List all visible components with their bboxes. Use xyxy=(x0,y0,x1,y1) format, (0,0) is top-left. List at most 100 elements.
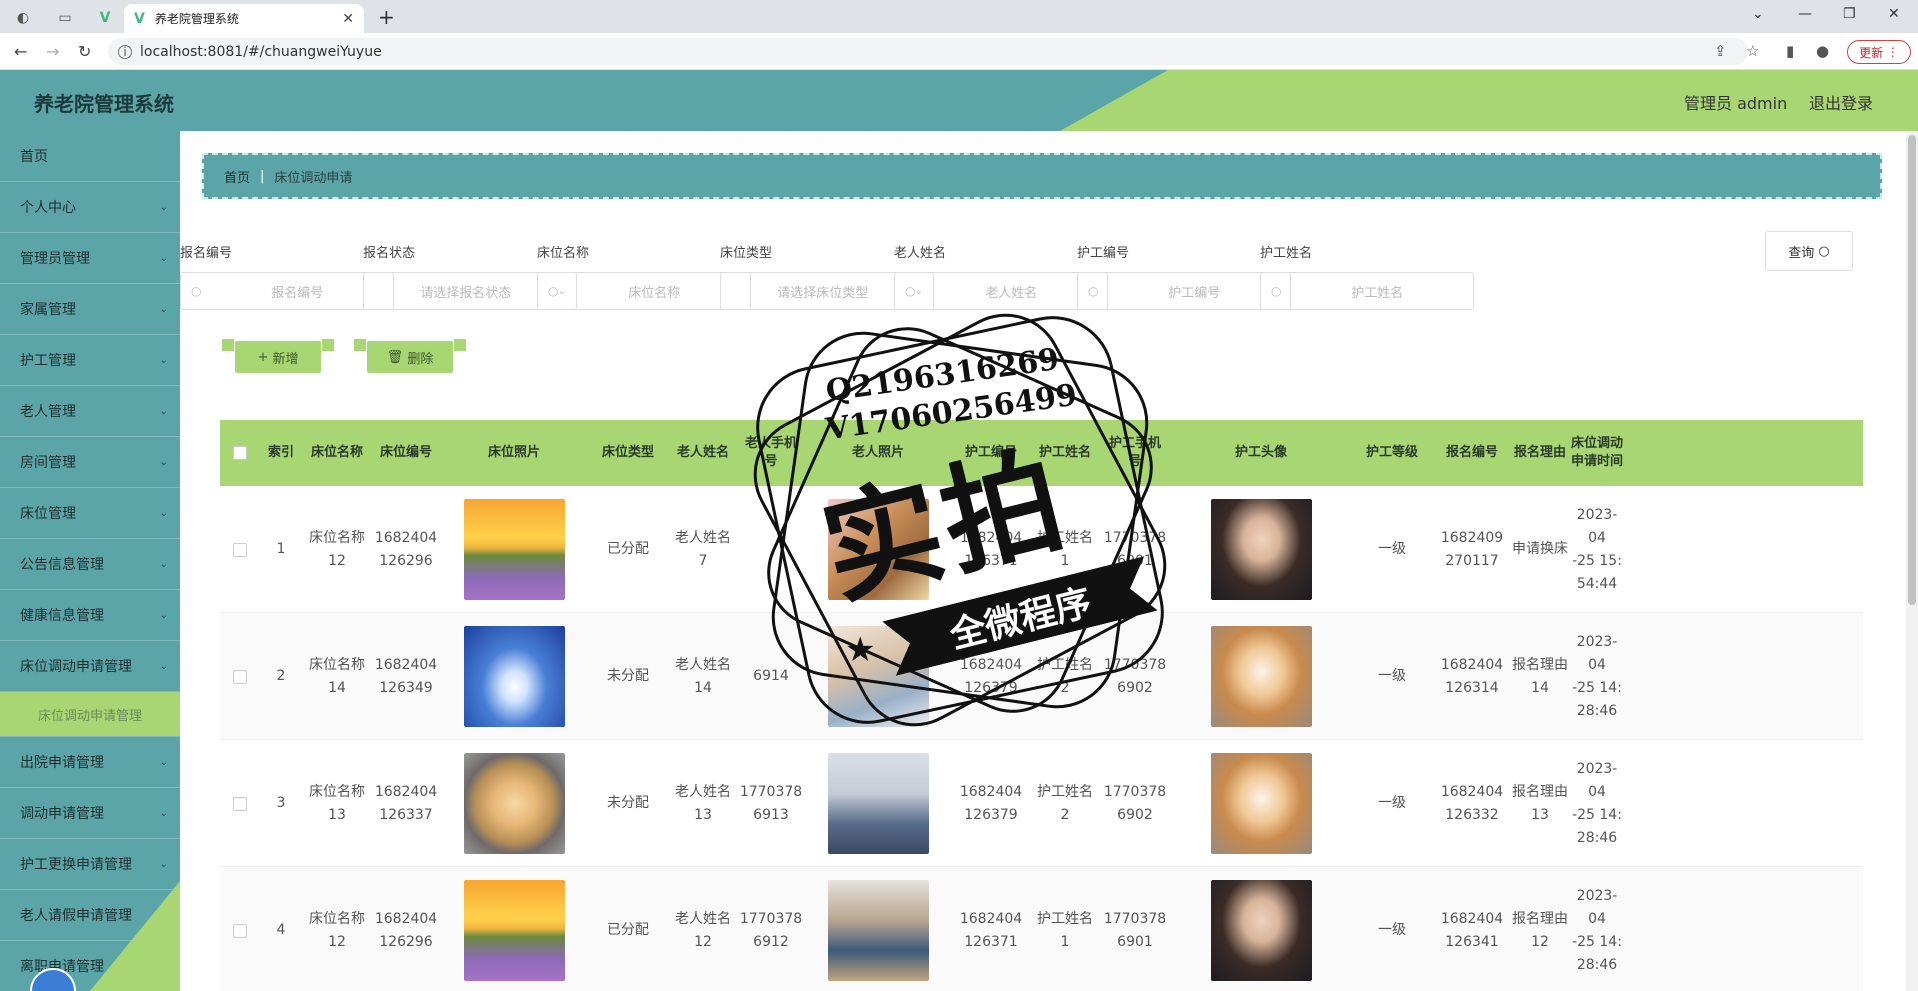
sidebar-subitem-bed-transfer[interactable]: 床位调动申请管理 xyxy=(0,692,180,737)
table-row[interactable]: 2 床位名称 14 1682404 126349 未分配 老人姓名 14 6914 1682… xyxy=(220,613,1863,740)
sidebar-item-label: 管理员管理 xyxy=(20,251,90,267)
breadcrumb-home[interactable]: 首页 xyxy=(224,167,250,186)
cell-elder_photo xyxy=(804,867,952,991)
cell-elder_phone: 1770378 6912 xyxy=(739,910,803,950)
add-button-decoration xyxy=(222,339,234,351)
column-header-elder_photo: 老人照片 xyxy=(851,445,904,460)
delete-button[interactable]: 🗑 删除 xyxy=(367,341,453,373)
chevron-down-icon: ⌄ xyxy=(159,354,168,366)
close-tab-icon[interactable]: ✕ xyxy=(342,11,354,27)
url-field[interactable]: i localhost:8081/#/chuangweiYuyue xyxy=(108,38,1748,65)
sidebar-item-label: 房间管理 xyxy=(20,455,76,471)
bed-photo-image xyxy=(463,626,565,727)
sidebar-item-4[interactable]: 护工管理 ⌄ xyxy=(0,335,180,386)
cell-bed_no: 1682404 126349 xyxy=(374,656,438,696)
sidebar-item-0[interactable]: 首页 xyxy=(0,131,180,182)
filter-input-5[interactable]: ○ 护工编号 xyxy=(1077,272,1291,310)
row-checkbox[interactable] xyxy=(233,542,247,557)
cell-bed_name: 床位名称 12 xyxy=(309,910,365,950)
forward-icon[interactable]: → xyxy=(46,42,59,61)
sidebar-item-after-2[interactable]: 护工更换申请管理 ⌄ xyxy=(0,839,180,890)
reload-icon[interactable]: ↻ xyxy=(78,42,91,61)
chevron-down-icon: ⌄ xyxy=(159,858,168,870)
close-window-icon[interactable]: ✕ xyxy=(1888,6,1900,22)
row-checkbox[interactable] xyxy=(233,923,247,938)
sidebar-item-6[interactable]: 房间管理 ⌄ xyxy=(0,437,180,488)
chevron-down-icon: ⌄ xyxy=(159,609,168,621)
filter-label-2: 床位名称 xyxy=(537,246,590,261)
sidebar-item-after-1[interactable]: 调动申请管理 ⌄ xyxy=(0,788,180,839)
logout-link[interactable]: 退出登录 xyxy=(1809,90,1873,114)
row-checkbox[interactable] xyxy=(233,669,247,684)
trash-icon: 🗑 xyxy=(386,349,404,365)
page-scrollbar[interactable] xyxy=(1906,131,1918,991)
column-header-bed_type: 床位类型 xyxy=(601,445,654,460)
sidebar-item-7[interactable]: 床位管理 ⌄ xyxy=(0,488,180,539)
sidebar-item-9[interactable]: 健康信息管理 ⌄ xyxy=(0,590,180,641)
filter-input-0[interactable]: ○ 报名编号 xyxy=(180,272,394,310)
table-row[interactable]: 1 床位名称 12 1682404 126296 已分配 老人姓名 7 1682404 1… xyxy=(220,486,1863,613)
cell-nurse_avatar xyxy=(1170,740,1352,867)
current-user: 管理员 admin xyxy=(1684,94,1788,113)
back-icon[interactable]: ← xyxy=(14,42,27,61)
sidebar-item-5[interactable]: 老人管理 ⌄ xyxy=(0,386,180,437)
profile-icon[interactable]: ● xyxy=(1816,42,1829,60)
bookmark-star-icon[interactable]: ☆ xyxy=(1746,42,1759,60)
chevron-down-icon: ⌄ xyxy=(159,303,168,315)
cell-bed_photo xyxy=(440,740,588,867)
github-icon[interactable]: ◐ xyxy=(6,5,40,31)
filter-input-4[interactable]: ○ 老人姓名 xyxy=(894,272,1108,310)
sidebar-item-3[interactable]: 家属管理 ⌄ xyxy=(0,284,180,335)
nurse-avatar-image xyxy=(1210,753,1312,854)
cell-idx: 4 xyxy=(276,922,286,938)
restore-icon[interactable]: ❐ xyxy=(1843,6,1856,22)
chevron-down-icon: ⌄ xyxy=(159,807,168,819)
cell-bed_no: 1682404 126296 xyxy=(374,529,438,569)
sidebar-item-1[interactable]: 个人中心 ⌄ xyxy=(0,182,180,233)
minimize-icon[interactable]: — xyxy=(1798,6,1812,22)
filter-input-6[interactable]: ○ 护工姓名 xyxy=(1260,272,1474,310)
share-icon[interactable]: ⇪ xyxy=(1714,42,1727,60)
sidebar-item-after-0[interactable]: 出院申请管理 ⌄ xyxy=(0,737,180,788)
filter-label-0: 报名编号 xyxy=(180,246,233,261)
filter-label-3: 床位类型 xyxy=(720,246,773,261)
add-button[interactable]: + 新增 xyxy=(235,341,321,373)
new-tab-icon[interactable]: + xyxy=(378,5,395,29)
search-icon: ○ xyxy=(548,284,559,298)
sidebar-item-2[interactable]: 管理员管理 ⌄ xyxy=(0,233,180,284)
update-button[interactable]: 更新 ⋮ xyxy=(1847,40,1911,64)
row-checkbox[interactable] xyxy=(233,796,247,811)
select-all-checkbox-cell[interactable] xyxy=(220,420,260,486)
sidebar-item-label: 床位调动申请管理 xyxy=(20,659,132,675)
sidebar-subitem-label: 床位调动申请管理 xyxy=(37,708,142,724)
sidepanel-icon[interactable]: ▮ xyxy=(1786,42,1794,60)
add-button-decoration-right xyxy=(322,339,334,351)
chevron-down-icon: ⌄ xyxy=(159,456,168,468)
query-button[interactable]: 查询 ○ xyxy=(1765,231,1853,271)
filter-placeholder: 请选择床位类型 xyxy=(777,285,869,301)
select-all-checkbox[interactable] xyxy=(233,446,247,460)
cell-nurse_avatar xyxy=(1170,867,1352,991)
cell-reason: 报名理由 12 xyxy=(1512,910,1568,950)
sidebar-item-8[interactable]: 公告信息管理 ⌄ xyxy=(0,539,180,590)
cell-reg_no: 1682404 126341 xyxy=(1440,910,1504,950)
column-header-nurse_avatar: 护工头像 xyxy=(1234,445,1287,460)
active-tab[interactable]: V 养老院管理系统 ✕ xyxy=(124,4,364,33)
nurse-avatar-image xyxy=(1210,499,1312,600)
vue-tab-icon[interactable]: V xyxy=(88,5,122,31)
filter-input-2[interactable]: ○ 床位名称 xyxy=(537,272,751,310)
scrollbar-thumb[interactable] xyxy=(1908,135,1916,605)
site-info-icon[interactable]: i xyxy=(118,44,132,59)
sidebar-item-10[interactable]: 床位调动申请管理 ⌄ xyxy=(0,641,180,692)
table-row[interactable]: 4 床位名称 12 1682404 126296 已分配 老人姓名 12 1770378 … xyxy=(220,867,1863,991)
tab-search-icon[interactable]: ⌄ xyxy=(1752,6,1764,22)
blank-tab-icon[interactable]: ▭ xyxy=(48,5,82,31)
column-header-elder_phone: 老人手机 号 xyxy=(744,436,797,469)
column-header-reason: 报名理由 xyxy=(1513,445,1566,460)
cell-time: 2023-04 -25 14: 28:46 xyxy=(1572,887,1622,973)
data-table: 索引 床位名称 床位编号 床位照片 床位类型 老人姓名 老人手机 号老人照片 护工编号 护工姓名… xyxy=(220,420,1863,991)
table-row[interactable]: 3 床位名称 13 1682404 126337 未分配 老人姓名 13 1770378 … xyxy=(220,740,1863,867)
url-text: localhost:8081/#/chuangweiYuyue xyxy=(140,43,382,60)
cell-bed_type: 未分配 xyxy=(607,795,649,811)
cell-nurse_no: 1682404 126371 xyxy=(959,910,1023,950)
